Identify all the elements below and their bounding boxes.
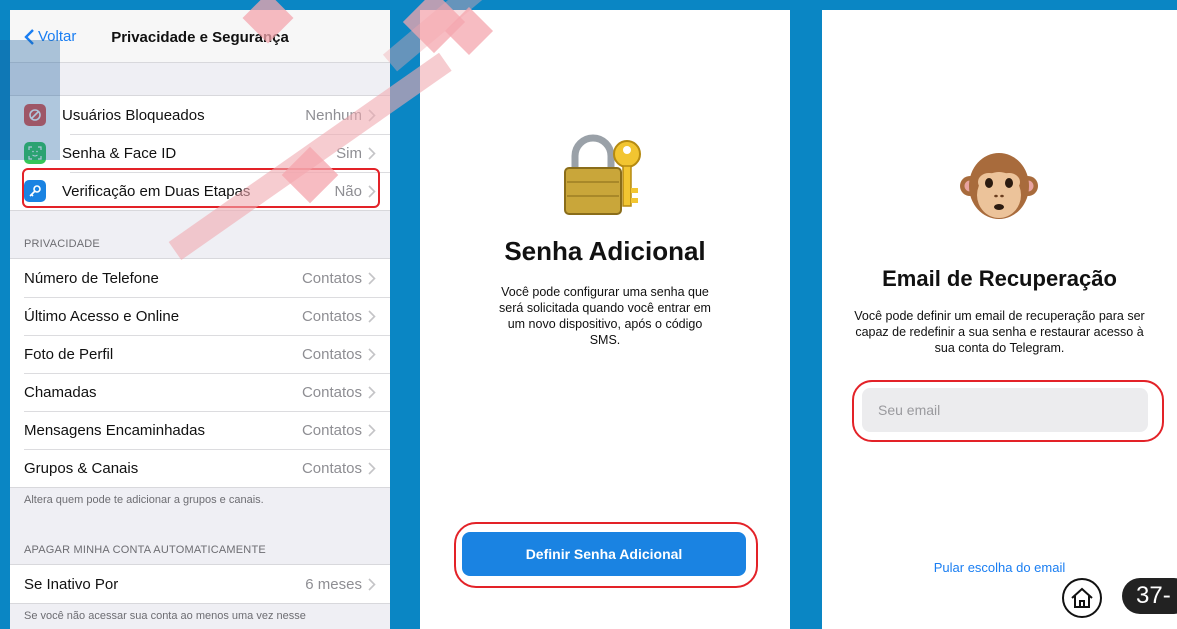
blocked-users-item[interactable]: Usuários Bloqueados Nenhum (10, 96, 390, 134)
page-number-badge: 37- (1122, 578, 1177, 614)
chevron-right-icon (368, 309, 376, 323)
additional-password-screen: Senha Adicional Você pode configurar uma… (420, 10, 790, 629)
item-label: Mensagens Encaminhadas (24, 421, 205, 439)
highlight-frame (22, 168, 380, 208)
privacy-footer: Altera quem pode te adicionar a grupos e… (24, 494, 264, 506)
chevron-right-icon (368, 271, 376, 285)
highlight-frame (454, 522, 758, 588)
item-label: Foto de Perfil (24, 345, 114, 363)
chevron-right-icon (368, 347, 376, 361)
blocked-icon (24, 104, 46, 126)
chevron-right-icon (368, 461, 376, 475)
item-value: Contatos (301, 269, 362, 287)
privacy-settings-screen: Voltar Privacidade e Segurança Usuários … (10, 10, 390, 629)
item-value: Contatos (301, 345, 362, 363)
chevron-right-icon (368, 577, 376, 591)
item-label: Número de Telefone (24, 269, 159, 287)
recovery-email-screen: Email de Recuperação Você pode definir u… (822, 10, 1177, 629)
delete-footer: Se você não acessar sua conta ao menos u… (24, 610, 306, 622)
list-item[interactable]: Chamadas Contatos (10, 373, 390, 411)
screen-title: Email de Recuperação (882, 266, 1117, 291)
item-value: Contatos (301, 421, 362, 439)
skip-email-link[interactable]: Pular escolha do email (822, 560, 1177, 575)
item-label: Senha & Face ID (62, 144, 177, 162)
delete-section-header: APAGAR MINHA CONTA AUTOMATICAMENTE (24, 544, 266, 556)
list-item[interactable]: Número de Telefone Contatos (10, 259, 390, 297)
chevron-right-icon (368, 423, 376, 437)
page-title: Privacidade e Segurança (111, 29, 289, 46)
padlock-key-icon (564, 134, 641, 215)
screen-description: Você pode definir um email de recuperaçã… (854, 309, 1145, 355)
chevron-right-icon (368, 108, 376, 122)
item-value: Contatos (301, 383, 362, 401)
passcode-face-id-item[interactable]: Senha & Face ID Sim (10, 134, 390, 172)
monkey-icon (960, 153, 1038, 219)
item-value: Nenhum (305, 106, 362, 124)
chevron-right-icon (368, 385, 376, 399)
inactive-period-item[interactable]: Se Inativo Por 6 meses (10, 565, 390, 603)
screen-title: Senha Adicional (504, 236, 706, 266)
item-value: Contatos (301, 459, 362, 477)
delete-group: Se Inativo Por 6 meses (10, 564, 390, 604)
home-button[interactable] (1062, 578, 1102, 618)
item-value: Contatos (301, 307, 362, 325)
chevron-right-icon (368, 146, 376, 160)
face-id-icon (24, 142, 46, 164)
privacy-section-header: PRIVACIDADE (24, 238, 100, 250)
item-value: 6 meses (305, 575, 362, 593)
item-label: Chamadas (24, 383, 97, 401)
list-item[interactable]: Foto de Perfil Contatos (10, 335, 390, 373)
item-label: Grupos & Canais (24, 459, 139, 477)
privacy-group: Número de Telefone Contatos Último Acesso… (10, 258, 390, 488)
item-label: Usuários Bloqueados (62, 106, 205, 124)
list-item[interactable]: Mensagens Encaminhadas Contatos (10, 411, 390, 449)
highlight-frame (852, 380, 1164, 442)
screen-description: Você pode configurar uma senha que será … (499, 285, 711, 347)
navigation-bar: Voltar Privacidade e Segurança (10, 10, 390, 63)
item-value: Sim (336, 144, 362, 162)
item-label: Se Inativo Por (24, 575, 119, 593)
list-item[interactable]: Último Acesso e Online Contatos (10, 297, 390, 335)
item-label: Último Acesso e Online (24, 307, 180, 325)
list-item[interactable]: Grupos & Canais Contatos (10, 449, 390, 487)
home-icon (1071, 587, 1093, 608)
